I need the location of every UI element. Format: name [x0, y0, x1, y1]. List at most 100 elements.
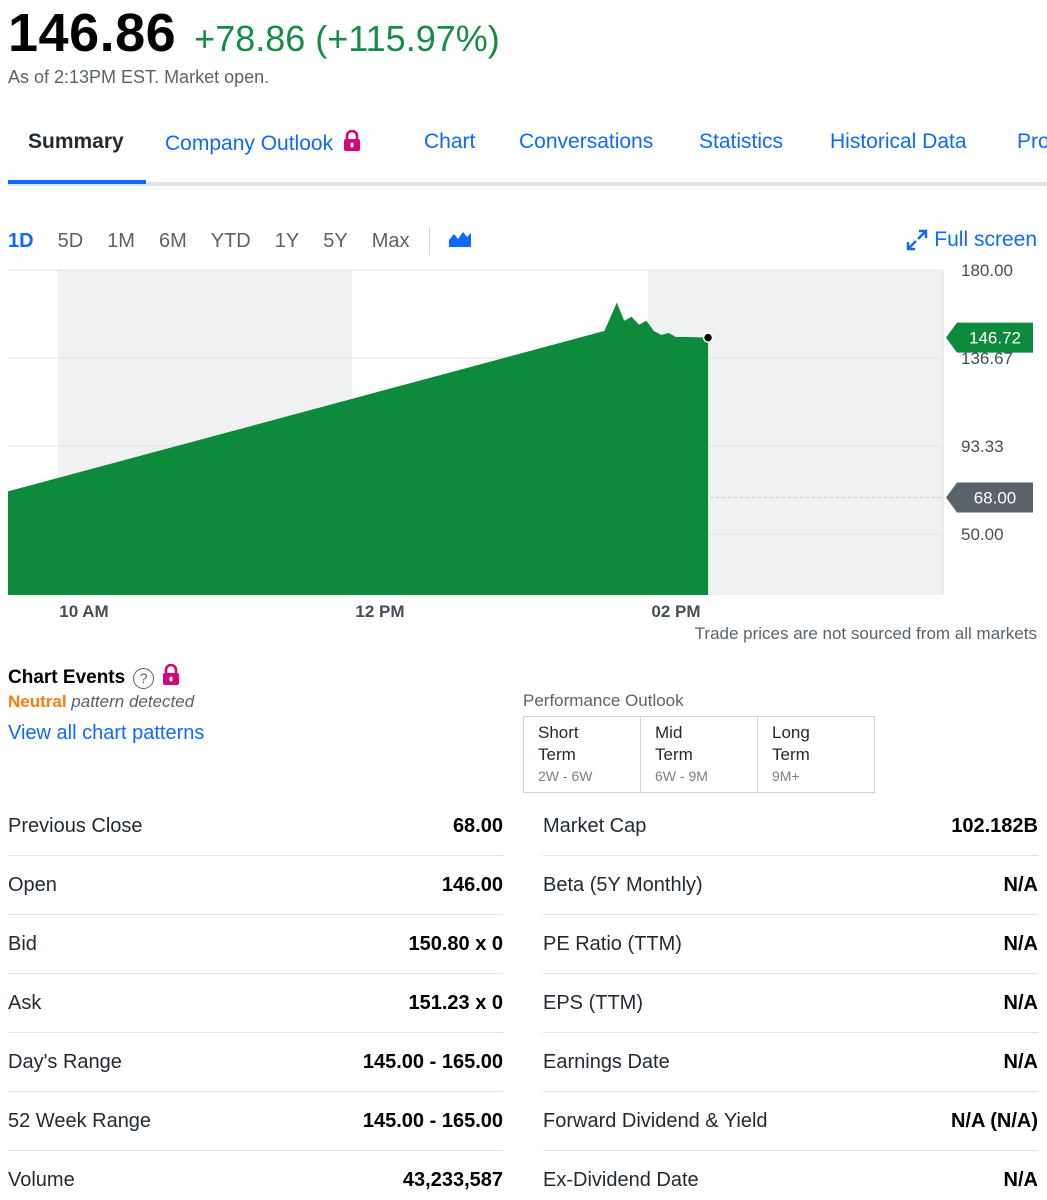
current-price: 146.86: [8, 3, 177, 63]
y-axis-label: 93.33: [961, 437, 1004, 456]
stat-label: Bid: [8, 932, 37, 955]
pattern-status: Neutral pattern detected: [8, 692, 194, 712]
view-all-chart-patterns-link[interactable]: View all chart patterns: [8, 722, 204, 745]
stat-value: 151.23 x 0: [408, 991, 503, 1014]
range-divider: [429, 227, 431, 255]
tab-historical-data[interactable]: Historical Data: [830, 130, 967, 154]
range-5d[interactable]: 5D: [58, 230, 84, 253]
stat-row: 52 Week Range 145.00 - 165.00: [8, 1092, 503, 1151]
stat-value: 150.80 x 0: [408, 932, 503, 955]
range-1y[interactable]: 1Y: [275, 230, 299, 253]
quote-stats-left: Previous Close 68.00 Open 146.00 Bid 150.80…: [8, 797, 503, 1200]
stat-value: N/A: [1003, 932, 1038, 955]
outlook-term-line2: Term: [655, 745, 693, 764]
range-selector: 1D 5D 1M 6M YTD 1Y 5Y Max: [8, 226, 472, 256]
stat-row: Beta (5Y Monthly) N/A: [543, 856, 1038, 915]
stat-value: 145.00 - 165.00: [362, 1109, 503, 1132]
stat-label: Beta (5Y Monthly): [543, 873, 703, 896]
tab-summary[interactable]: Summary: [28, 130, 124, 154]
chart-footnote: Trade prices are not sourced from all ma…: [694, 624, 1037, 643]
outlook-term-line2: Term: [538, 745, 576, 764]
stat-label: EPS (TTM): [543, 991, 643, 1014]
lock-icon: [162, 663, 180, 692]
y-axis-label: 50.00: [961, 525, 1004, 544]
performance-outlook-title: Performance Outlook: [523, 691, 684, 710]
quote-header: 146.86 +78.86 (+115.97%): [8, 2, 500, 72]
outlook-long-term[interactable]: Long Term 9M+: [758, 717, 874, 792]
outlook-range: 9M+: [772, 768, 800, 784]
stat-label: Forward Dividend & Yield: [543, 1109, 768, 1132]
stat-row: Bid 150.80 x 0: [8, 915, 503, 974]
tab-chart[interactable]: Chart: [424, 130, 475, 154]
stat-label: PE Ratio (TTM): [543, 932, 682, 955]
stat-value: 146.00: [441, 873, 503, 896]
outlook-short-term[interactable]: Short Term 2W - 6W: [524, 717, 641, 792]
full-screen-label: Full screen: [934, 228, 1037, 251]
previous-close-tag-text: 68.00: [974, 489, 1017, 508]
stat-label: Earnings Date: [543, 1050, 670, 1073]
stat-row: Ask 151.23 x 0: [8, 974, 503, 1033]
range-1m[interactable]: 1M: [107, 230, 135, 253]
tab-company-outlook-label: Company Outlook: [165, 132, 334, 155]
lock-icon: [343, 129, 361, 158]
outlook-term-line1: Short: [538, 723, 579, 742]
price-chart[interactable]: 180.00136.6793.3350.00 10 AM 12 PM 02 PM 6…: [0, 262, 1047, 652]
stat-value: 68.00: [452, 814, 503, 837]
stat-row: Ex-Dividend Date N/A: [543, 1151, 1038, 1200]
chart-events-title: Chart Events ?: [8, 663, 180, 692]
quote-timestamp: As of 2:13PM EST. Market open.: [8, 67, 270, 87]
outlook-mid-term[interactable]: Mid Term 6W - 9M: [641, 717, 758, 792]
range-1d[interactable]: 1D: [8, 230, 34, 253]
chart-events-label: Chart Events: [8, 667, 126, 688]
stat-row: PE Ratio (TTM) N/A: [543, 915, 1038, 974]
tab-company-outlook[interactable]: Company Outlook: [165, 129, 361, 158]
stat-row: Market Cap 102.182B: [543, 797, 1038, 856]
stat-label: Market Cap: [543, 814, 647, 837]
outlook-term-line1: Mid: [655, 723, 683, 742]
range-ytd[interactable]: YTD: [211, 230, 251, 253]
stat-row: Earnings Date N/A: [543, 1033, 1038, 1092]
performance-outlook-table: Short Term 2W - 6W Mid Term 6W - 9M Long…: [523, 716, 875, 793]
stat-label: 52 Week Range: [8, 1109, 152, 1132]
last-price-marker: [702, 332, 714, 343]
stat-row: EPS (TTM) N/A: [543, 974, 1038, 1033]
quote-stats-right: Market Cap 102.182B Beta (5Y Monthly) N/A …: [543, 797, 1038, 1200]
range-5y[interactable]: 5Y: [323, 230, 347, 253]
x-axis-label: 12 PM: [355, 602, 404, 621]
stat-value: 102.182B: [951, 814, 1038, 837]
range-max[interactable]: Max: [372, 230, 410, 253]
stat-value: N/A: [1003, 1050, 1038, 1073]
quote-tabs: Summary Company Outlook Chart Conversati…: [8, 118, 1047, 186]
expand-icon: [907, 229, 928, 251]
pattern-type: Neutral: [8, 692, 67, 711]
current-price-tag-text: 146.72: [969, 329, 1021, 348]
price-change: +78.86 (+115.97%): [194, 18, 500, 59]
stat-label: Previous Close: [8, 814, 143, 837]
tab-conversations[interactable]: Conversations: [519, 130, 653, 154]
help-icon[interactable]: ?: [133, 667, 155, 689]
chart-type-icon[interactable]: [448, 230, 472, 253]
pattern-detected-text: pattern detected: [66, 692, 195, 711]
full-screen-button[interactable]: Full screen: [906, 228, 1037, 252]
stat-label: Open: [8, 873, 57, 896]
stat-row: Forward Dividend & Yield N/A (N/A): [543, 1092, 1038, 1151]
stat-label: Ask: [8, 991, 42, 1014]
stat-value: 145.00 - 165.00: [362, 1050, 503, 1073]
stat-value: N/A: [1003, 873, 1038, 896]
x-axis-label: 10 AM: [59, 602, 108, 621]
stat-label: Day's Range: [8, 1050, 122, 1073]
tab-statistics[interactable]: Statistics: [699, 130, 783, 154]
current-price-tag: 146.72: [946, 322, 1033, 353]
stat-label: Volume: [8, 1169, 75, 1191]
y-axis-label: 180.00: [961, 262, 1013, 280]
previous-close-tag: 68.00: [946, 482, 1033, 513]
stat-row: Day's Range 145.00 - 165.00: [8, 1033, 503, 1092]
stat-value: N/A: [1003, 1169, 1038, 1191]
stat-value: 43,233,587: [402, 1169, 503, 1191]
stat-value: N/A (N/A): [950, 1109, 1038, 1132]
range-6m[interactable]: 6M: [159, 230, 187, 253]
stat-label: Ex-Dividend Date: [543, 1169, 699, 1191]
tab-profile[interactable]: Pro: [1017, 130, 1047, 154]
outlook-term-line2: Term: [772, 745, 810, 764]
stat-row: Volume 43,233,587: [8, 1151, 503, 1200]
